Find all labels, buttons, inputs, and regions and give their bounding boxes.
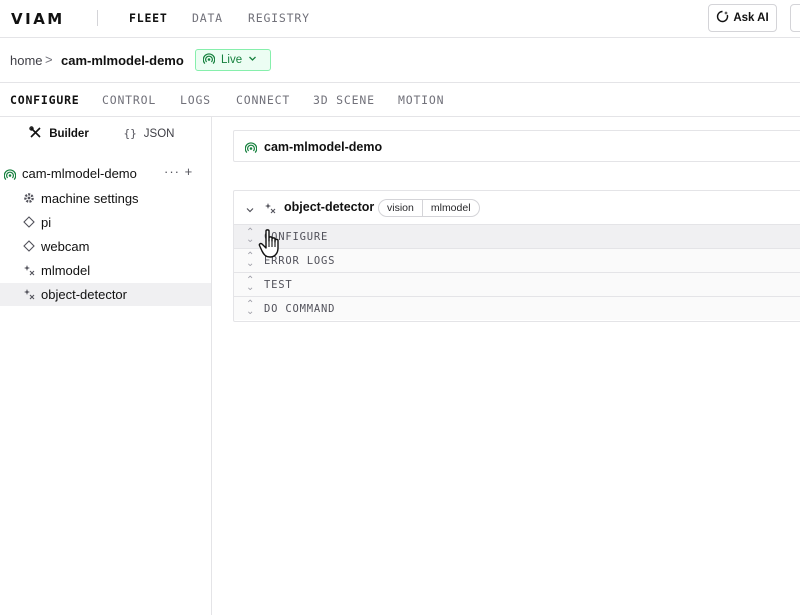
section-label: DO COMMAND [264, 303, 336, 315]
sidebar-item-label: mlmodel [41, 263, 91, 278]
hand-cursor-icon [258, 228, 286, 260]
breadcrumb-machine[interactable]: cam-mlmodel-demo [61, 53, 184, 68]
sidebar-item-label: object-detector [41, 287, 127, 302]
sidebar-item-label: machine settings [41, 191, 139, 206]
section-error-logs[interactable]: ⌃ ⌄ ERROR LOGS [234, 248, 800, 272]
machine-tabs: CONFIGURE CONTROL LOGS CONNECT 3D SCENE … [0, 83, 800, 117]
sidebar-item-webcam[interactable]: webcam [0, 235, 211, 258]
section-label: TEST [264, 279, 293, 291]
ask-ai-icon [716, 10, 729, 26]
sidebar-item-object-detector[interactable]: object-detector [0, 283, 211, 306]
chevron-down-icon[interactable] [245, 202, 255, 220]
tree-root-machine[interactable]: cam-mlmodel-demo ··· + [0, 163, 211, 185]
nav-link-data[interactable]: DATA [192, 11, 223, 25]
nav-divider [97, 10, 98, 26]
signal-icon [202, 52, 216, 68]
json-mode-button[interactable]: {} JSON [96, 117, 202, 150]
section-do-command[interactable]: ⌃ ⌄ DO COMMAND [234, 296, 800, 320]
expand-collapse-icon: ⌃ ⌄ [246, 251, 255, 269]
expand-collapse-icon: ⌃ ⌄ [246, 227, 255, 245]
sparkle-icon [23, 288, 35, 300]
sidebar-item-label: pi [41, 215, 52, 230]
diamond-icon [23, 240, 35, 252]
sparkle-icon [264, 201, 276, 219]
machine-card[interactable]: cam-mlmodel-demo [233, 130, 800, 162]
json-mode-label: JSON [143, 127, 175, 140]
breadcrumb: home > cam-mlmodel-demo Live [0, 38, 800, 83]
breadcrumb-separator: > [45, 52, 53, 67]
top-nav: VIAM FLEET DATA REGISTRY Ask AI [0, 0, 800, 38]
nav-link-registry[interactable]: REGISTRY [248, 11, 310, 25]
config-sidebar: Builder {} JSON cam-mlmodel-demo ··· + m… [0, 117, 212, 615]
sidebar-item-mlmodel[interactable]: mlmodel [0, 259, 211, 282]
tab-motion[interactable]: MOTION [398, 93, 444, 107]
tab-connect[interactable]: CONNECT [236, 93, 290, 107]
resource-card: object-detector vision mlmodel ⌃ ⌄ CONFIG… [233, 190, 800, 322]
gear-icon [23, 192, 35, 204]
resource-type-tags: vision mlmodel [378, 199, 480, 217]
live-status-dropdown[interactable]: Live [195, 49, 271, 71]
sidebar-item-machine-settings[interactable]: machine settings [0, 187, 211, 210]
tab-control[interactable]: CONTROL [102, 93, 156, 107]
ask-ai-button[interactable]: Ask AI [708, 4, 777, 32]
sidebar-item-label: webcam [41, 239, 90, 254]
diamond-icon [23, 216, 35, 228]
signal-icon [244, 141, 258, 159]
tab-configure[interactable]: CONFIGURE [10, 93, 80, 107]
expand-collapse-icon: ⌃ ⌄ [246, 299, 255, 317]
tree-root-actions[interactable]: ··· + [164, 164, 193, 179]
tree-root-label: cam-mlmodel-demo [22, 166, 137, 181]
resource-title: object-detector [284, 200, 375, 214]
section-configure[interactable]: ⌃ ⌄ CONFIGURE [234, 224, 800, 248]
tab-logs[interactable]: LOGS [180, 93, 211, 107]
tools-icon [29, 125, 42, 142]
expand-collapse-icon: ⌃ ⌄ [246, 275, 255, 293]
resource-card-header[interactable]: object-detector vision mlmodel [234, 191, 800, 224]
builder-mode-label: Builder [49, 127, 89, 140]
chevron-down-icon [248, 54, 257, 66]
machine-card-title: cam-mlmodel-demo [264, 140, 383, 154]
nav-link-fleet[interactable]: FLEET [129, 11, 168, 25]
viam-logo[interactable]: VIAM [11, 10, 65, 28]
signal-icon [3, 168, 17, 186]
overflow-button[interactable] [790, 4, 800, 32]
live-status-label: Live [221, 54, 243, 66]
sidebar-item-pi[interactable]: pi [0, 211, 211, 234]
section-test[interactable]: ⌃ ⌄ TEST [234, 272, 800, 296]
breadcrumb-home[interactable]: home [10, 53, 43, 68]
sparkle-icon [23, 264, 35, 276]
tab-3d-scene[interactable]: 3D SCENE [313, 93, 375, 107]
ask-ai-label: Ask AI [733, 12, 769, 24]
resource-model-tag: mlmodel [421, 200, 479, 216]
braces-icon: {} [123, 127, 137, 140]
resource-api-tag: vision [387, 202, 414, 214]
